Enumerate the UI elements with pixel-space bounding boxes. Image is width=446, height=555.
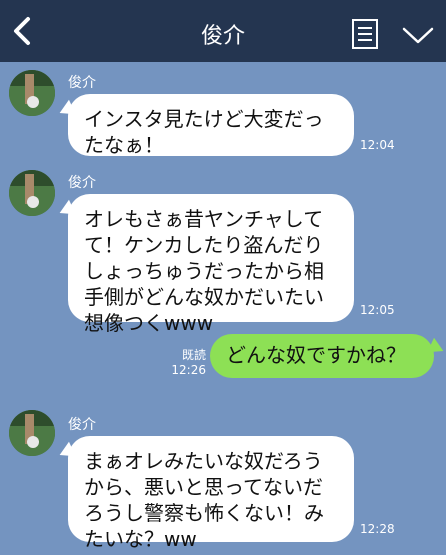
message-text: まぁオレみたいな奴だろうから、悪いと思ってないだろうし警察も怖くない！みたいな？…: [84, 449, 324, 551]
message-text: どんな奴ですかね？: [226, 343, 406, 367]
notes-button[interactable]: [351, 18, 379, 50]
avatar[interactable]: [9, 170, 55, 216]
message-time: 12:26: [171, 363, 206, 377]
menu-button[interactable]: [401, 26, 435, 46]
message-time: 12:04: [360, 138, 395, 152]
message-bubble[interactable]: オレもさぁ昔ヤンチャしてて！ケンカしたり盗んだりしょっちゅうだったから相手側がど…: [68, 194, 354, 335]
sender-name: 俊介: [68, 175, 96, 191]
note-list-icon: [352, 19, 378, 49]
chat-title: 俊介: [200, 24, 245, 49]
message-time: 12:05: [360, 303, 395, 317]
read-receipt: 既読 12:26: [170, 348, 206, 378]
message-bubble[interactable]: まぁオレみたいな奴だろうから、悪いと思ってないだろうし警察も怖くない！みたいな？…: [68, 436, 354, 551]
message-time: 12:28: [360, 522, 395, 536]
chat-header: 俊介: [0, 0, 446, 62]
sender-name: 俊介: [68, 75, 96, 91]
read-label: 既読: [181, 348, 206, 362]
sender-name: 俊介: [68, 417, 96, 433]
avatar[interactable]: [9, 410, 55, 456]
message-text: オレもさぁ昔ヤンチャしてて！ケンカしたり盗んだりしょっちゅうだったから相手側がど…: [84, 207, 324, 335]
chevron-down-icon: [402, 27, 434, 44]
message-bubble[interactable]: インスタ見たけど大変だったなぁ！: [68, 94, 354, 157]
message-bubble[interactable]: どんな奴ですかね？: [210, 334, 434, 378]
avatar[interactable]: [9, 70, 55, 116]
message-text: インスタ見たけど大変だったなぁ！: [84, 107, 324, 157]
